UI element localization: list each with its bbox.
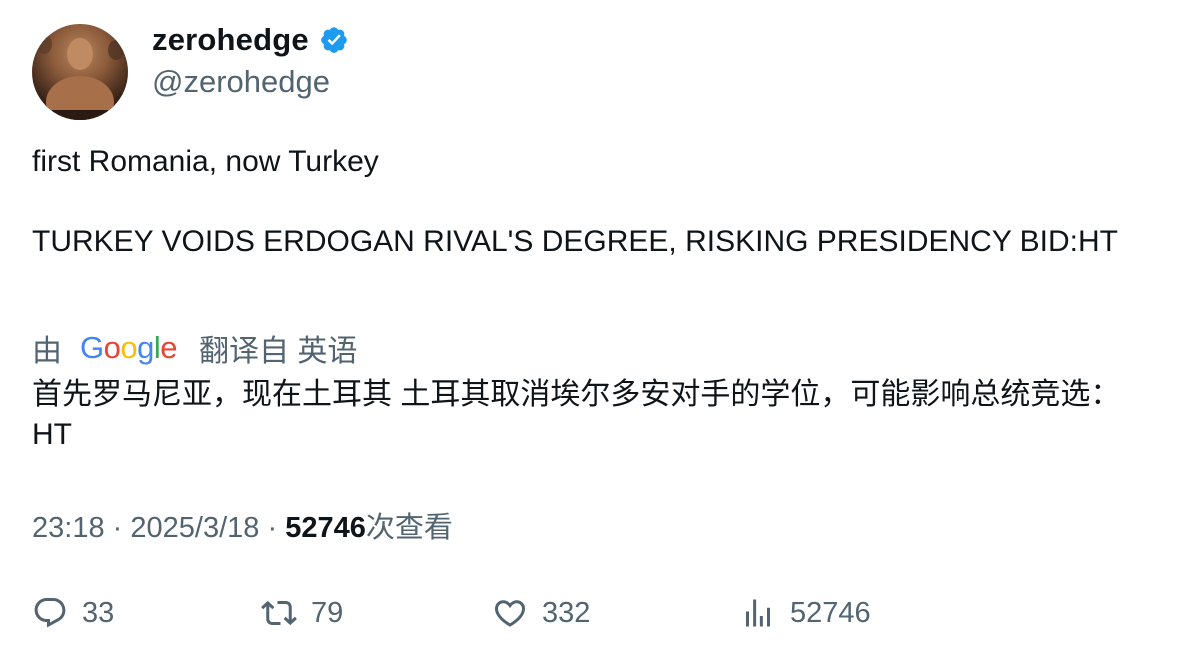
tweet-line: first Romania, now Turkey [32,145,379,178]
retweet-button[interactable]: 79 [261,588,343,638]
verified-badge-icon [321,27,347,53]
google-logo: Google [80,330,178,365]
views-action-count: 52746 [790,596,871,629]
tweet-date[interactable]: 2025/3/18 [130,512,259,544]
like-icon [494,600,526,627]
tweet-body: first Romania, now Turkey TURKEY VOIDS E… [32,142,1152,262]
meta-separator: · [267,512,278,544]
views-label: 次查看 [365,512,453,544]
like-button[interactable]: 332 [492,588,590,638]
translation-suffix: 翻译自 英语 [199,335,358,368]
reply-count: 33 [82,596,115,629]
like-count: 332 [542,596,591,629]
action-bar: 33 79 332 52746 [0,588,1196,638]
translation-attribution[interactable]: 由 Google 翻译自 英语 [32,326,357,370]
tweet-meta: 23:18 · 2025/3/18 · 52746次查看 [32,504,453,546]
retweet-count: 79 [311,596,344,629]
tweet-time[interactable]: 23:18 [32,512,105,544]
reply-icon [34,598,66,628]
author-handle[interactable]: @zerohedge [152,64,330,100]
reply-button[interactable]: 33 [32,588,114,638]
translation-prefix: 由 [32,335,62,368]
retweet-icon [261,600,297,626]
views-button[interactable]: 52746 [740,588,871,638]
author-avatar[interactable] [32,24,128,120]
views-count: 52746 [285,512,366,544]
meta-separator: · [112,512,123,544]
tweet-line: TURKEY VOIDS ERDOGAN RIVAL'S DEGREE, RIS… [32,225,1118,258]
translated-text: 首先罗马尼亚，现在土耳其 土耳其取消埃尔多安对手的学位，可能影响总统竞选：HT [32,378,1121,451]
views-icon [746,599,770,627]
author-display-name[interactable]: zerohedge [152,22,309,58]
